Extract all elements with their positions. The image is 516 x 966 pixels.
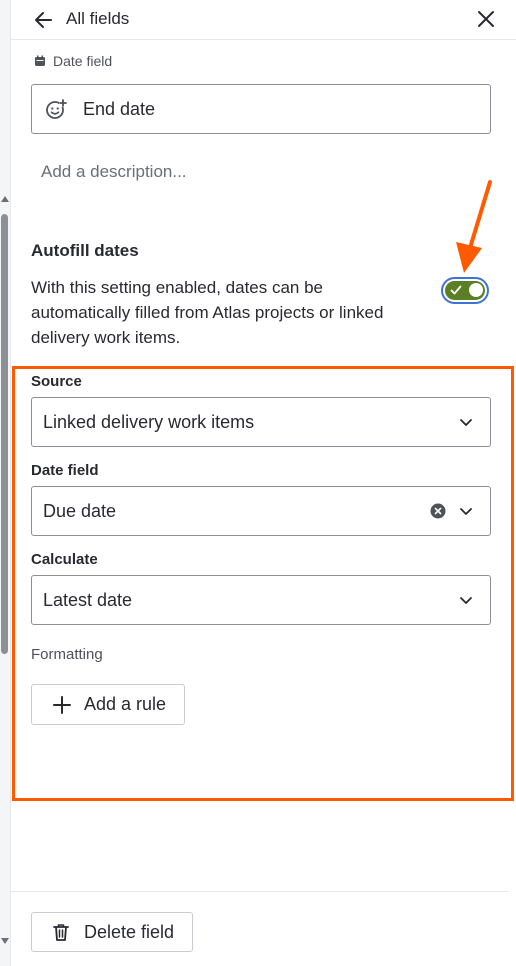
scroll-up-arrow-icon[interactable] xyxy=(1,196,9,202)
add-rule-button[interactable]: Add a rule xyxy=(31,684,185,725)
panel-header: All fields xyxy=(11,0,516,40)
chevron-down-icon xyxy=(460,419,472,426)
scroll-down-arrow-icon[interactable] xyxy=(1,938,9,944)
close-button[interactable] xyxy=(474,7,498,31)
trash-icon xyxy=(53,924,69,941)
field-name-text[interactable] xyxy=(83,98,463,120)
close-icon xyxy=(478,11,494,27)
header-title: All fields xyxy=(66,9,130,28)
date-field-label: Date field xyxy=(31,462,99,479)
source-select[interactable]: Linked delivery work items xyxy=(31,397,491,447)
plus-icon xyxy=(53,695,71,714)
description-input[interactable] xyxy=(31,158,491,186)
delete-field-label: Delete field xyxy=(84,921,175,942)
scrollbar[interactable] xyxy=(0,0,11,966)
calendar-icon xyxy=(35,55,45,66)
clear-icon[interactable] xyxy=(430,503,446,519)
check-icon xyxy=(450,285,462,295)
delete-field-button[interactable]: Delete field xyxy=(31,912,193,952)
autofill-heading: Autofill dates xyxy=(31,241,139,260)
calculate-value: Latest date xyxy=(43,589,133,610)
field-type-label: Date field xyxy=(33,53,112,69)
annotation-arrow-icon xyxy=(456,180,492,273)
autofill-toggle[interactable] xyxy=(441,277,489,304)
date-field-value: Due date xyxy=(43,500,117,521)
calculate-label: Calculate xyxy=(31,551,98,568)
field-name-input[interactable] xyxy=(31,84,491,134)
source-label: Source xyxy=(31,373,82,390)
footer-divider xyxy=(11,891,508,892)
source-value: Linked delivery work items xyxy=(43,411,255,432)
date-field-select[interactable]: Due date xyxy=(31,486,491,536)
toggle-track xyxy=(445,281,485,300)
field-settings-panel: All fields Date field Autofill date xyxy=(0,0,516,966)
back-button[interactable] xyxy=(31,7,57,33)
emoji-add-icon[interactable] xyxy=(44,97,68,121)
chevron-down-icon xyxy=(460,597,472,604)
field-type-text: Date field xyxy=(53,53,113,69)
autofill-description: With this setting enabled, dates can be … xyxy=(31,278,384,347)
arrow-left-icon xyxy=(35,12,52,28)
chevron-down-icon xyxy=(460,508,472,515)
scrollbar-thumb[interactable] xyxy=(1,214,8,654)
formatting-label: Formatting xyxy=(31,646,103,663)
add-rule-label: Add a rule xyxy=(84,694,167,714)
toggle-knob xyxy=(469,283,483,297)
calculate-select[interactable]: Latest date xyxy=(31,575,491,625)
